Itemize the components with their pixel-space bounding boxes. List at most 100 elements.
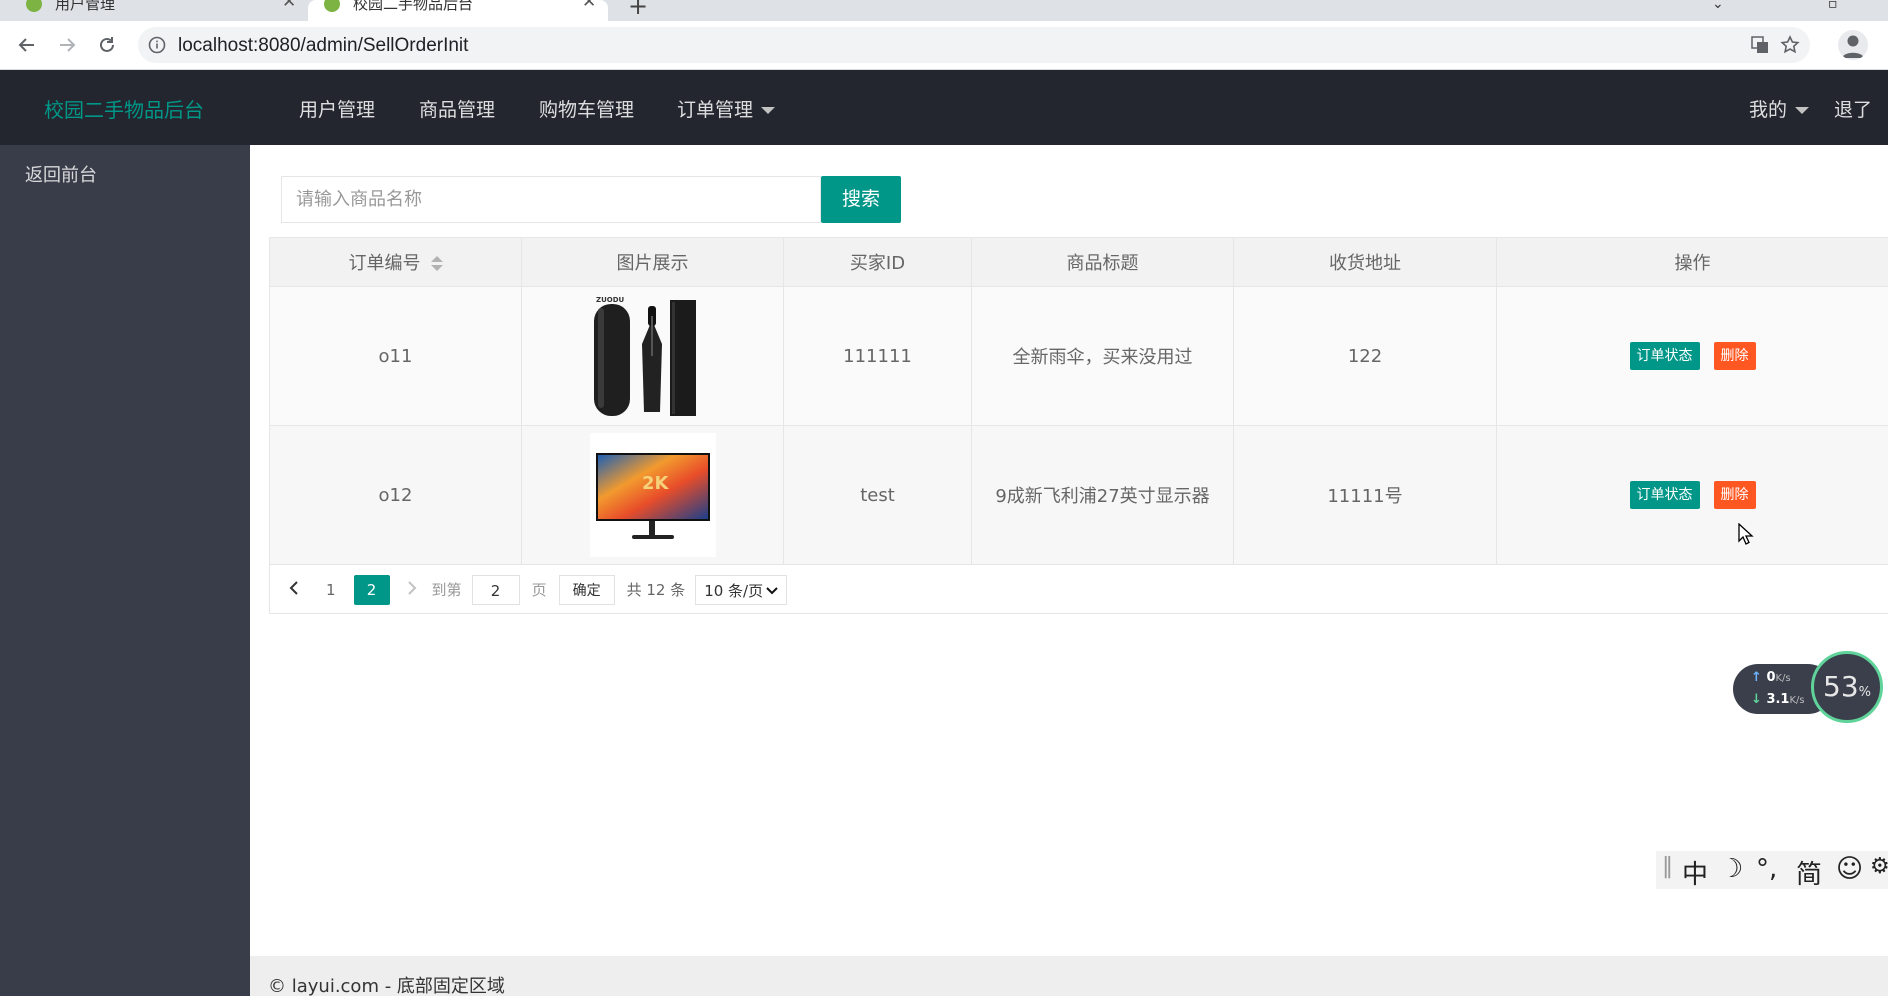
cell-buyer-id: test bbox=[784, 426, 972, 565]
moon-icon[interactable]: ☽ bbox=[1720, 854, 1743, 884]
translate-icon[interactable] bbox=[1750, 35, 1770, 55]
sidebar-item-back-front[interactable]: 返回前台 bbox=[25, 161, 97, 187]
image-caption: ZUODU bbox=[596, 296, 625, 304]
cell-buyer-id: 111111 bbox=[784, 287, 972, 426]
url-text[interactable]: localhost:8080/admin/SellOrderInit bbox=[178, 35, 468, 57]
download-value: 3.1 bbox=[1766, 692, 1789, 707]
column-header-address: 收货地址 bbox=[1234, 238, 1497, 287]
column-header-actions: 操作 bbox=[1497, 238, 1888, 287]
cell-actions: 订单状态删除 bbox=[1497, 426, 1888, 565]
column-header-order-no[interactable]: 订单编号 bbox=[270, 238, 522, 287]
forward-button[interactable] bbox=[52, 30, 82, 60]
page-footer: © layui.com - 底部固定区域 bbox=[250, 956, 1888, 996]
nav-products[interactable]: 商品管理 bbox=[419, 95, 495, 122]
page-size-select[interactable]: 10 条/页 bbox=[695, 575, 787, 605]
profile-avatar-icon[interactable] bbox=[1838, 30, 1868, 60]
arrow-left-icon bbox=[17, 35, 37, 55]
cell-address: 11111号 bbox=[1234, 426, 1497, 565]
bookmark-star-icon[interactable] bbox=[1780, 35, 1800, 55]
order-status-button[interactable]: 订单状态 bbox=[1630, 342, 1700, 370]
prev-page-icon[interactable] bbox=[288, 580, 300, 600]
user-menu-label: 我的 bbox=[1749, 99, 1787, 121]
tab-close-icon[interactable]: ✕ bbox=[282, 0, 296, 8]
umbrella-product-image: ZUODU bbox=[590, 294, 716, 418]
upload-speed: ↑ 0K/s bbox=[1751, 670, 1791, 685]
cell-address: 122 bbox=[1234, 287, 1497, 426]
sidebar: 返回前台 bbox=[0, 145, 250, 996]
nav-cart[interactable]: 购物车管理 bbox=[539, 95, 634, 122]
table-row: o12 2 bbox=[270, 426, 1888, 565]
app-logo[interactable]: 校园二手物品后台 bbox=[44, 94, 204, 123]
column-header-label: 订单编号 bbox=[349, 253, 421, 274]
goto-confirm-button[interactable]: 确定 bbox=[559, 575, 615, 605]
reload-button[interactable] bbox=[92, 30, 122, 60]
cell-title: 9成新飞利浦27英寸显示器 bbox=[972, 426, 1234, 565]
browser-tab-bar: 用户管理 ✕ 校园二手物品后台 ✕ + ⌄ ▫ bbox=[0, 0, 1888, 21]
cell-order-no: o11 bbox=[270, 287, 522, 426]
search-input[interactable]: 请输入商品名称 bbox=[281, 176, 821, 223]
ime-toolbar: ‖ 中 ☽ °, 简 ☺ ⚙ bbox=[1656, 851, 1888, 889]
column-header-title: 商品标题 bbox=[972, 238, 1234, 287]
page-size-value: 10 条/页 bbox=[704, 582, 763, 600]
cell-image: 2K bbox=[522, 426, 784, 565]
order-status-button[interactable]: 订单状态 bbox=[1630, 481, 1700, 509]
ime-charset-toggle[interactable]: 简 bbox=[1796, 854, 1822, 891]
delete-button[interactable]: 删除 bbox=[1714, 342, 1756, 370]
new-tab-button[interactable]: + bbox=[628, 0, 648, 20]
favicon-icon bbox=[324, 0, 340, 12]
tab-title: 用户管理 bbox=[55, 0, 115, 10]
window-restore-icon[interactable]: ▫ bbox=[1828, 0, 1838, 12]
pagination: 1 2 到第 2 页 确定 共 12 条 10 条/页 bbox=[270, 564, 787, 615]
tab-close-icon[interactable]: ✕ bbox=[582, 0, 596, 8]
info-icon[interactable] bbox=[148, 36, 166, 54]
page-unit-label: 页 bbox=[532, 579, 547, 600]
arrow-right-icon bbox=[57, 35, 77, 55]
chevron-down-icon bbox=[766, 586, 778, 596]
ime-language-toggle[interactable]: 中 bbox=[1682, 854, 1708, 891]
emoji-icon[interactable]: ☺ bbox=[1836, 854, 1863, 884]
ime-drag-handle[interactable]: ‖ bbox=[1662, 854, 1673, 879]
goto-label: 到第 bbox=[432, 579, 462, 600]
cell-image: ZUODU bbox=[522, 287, 784, 426]
cell-title: 全新雨伞，买来没用过 bbox=[972, 287, 1234, 426]
memory-percent-unit: % bbox=[1859, 685, 1871, 700]
back-button[interactable] bbox=[12, 30, 42, 60]
column-header-image: 图片展示 bbox=[522, 238, 784, 287]
browser-toolbar: localhost:8080/admin/SellOrderInit bbox=[0, 21, 1888, 70]
browser-tab-users[interactable]: 用户管理 ✕ bbox=[0, 0, 306, 21]
next-page-icon[interactable] bbox=[406, 580, 418, 600]
page-link-1[interactable]: 1 bbox=[326, 581, 336, 599]
user-menu[interactable]: 我的 bbox=[1749, 95, 1809, 122]
upload-arrow-icon: ↑ bbox=[1751, 670, 1762, 685]
nav-orders-label: 订单管理 bbox=[677, 99, 753, 121]
goto-page-input[interactable]: 2 bbox=[472, 575, 520, 605]
tab-title: 校园二手物品后台 bbox=[353, 0, 473, 10]
favicon-icon bbox=[26, 0, 42, 12]
settings-icon[interactable]: ⚙ bbox=[1870, 854, 1888, 879]
search-button[interactable]: 搜索 bbox=[821, 176, 901, 223]
nav-orders[interactable]: 订单管理 bbox=[677, 95, 775, 122]
table-row: o11 ZUODU 111111 全新雨伞，买来没用过 bbox=[270, 287, 1888, 426]
orders-table: 订单编号 图片展示 买家ID 商品标题 收货地址 操作 o11 ZUODU bbox=[269, 237, 1888, 614]
address-bar[interactable]: localhost:8080/admin/SellOrderInit bbox=[138, 27, 1810, 63]
caret-down-icon bbox=[1795, 107, 1809, 114]
mouse-cursor-icon bbox=[1738, 523, 1754, 545]
memory-usage-gauge: 53% bbox=[1811, 651, 1883, 723]
punctuation-icon[interactable]: °, bbox=[1756, 854, 1777, 884]
logout-link[interactable]: 退了 bbox=[1834, 95, 1872, 122]
page-link-current[interactable]: 2 bbox=[354, 575, 390, 605]
cell-actions: 订单状态删除 bbox=[1497, 287, 1888, 426]
monitor-product-image: 2K bbox=[590, 433, 716, 557]
browser-tab-admin[interactable]: 校园二手物品后台 ✕ bbox=[308, 0, 608, 21]
tab-search-icon[interactable]: ⌄ bbox=[1712, 0, 1724, 12]
sort-icon[interactable] bbox=[431, 256, 443, 272]
network-speed-widget[interactable]: ↑ 0K/s ↓ 3.1K/s 53% bbox=[1733, 651, 1883, 723]
column-header-buyer-id: 买家ID bbox=[784, 238, 972, 287]
nav-users[interactable]: 用户管理 bbox=[299, 95, 375, 122]
footer-text: © layui.com - 底部固定区域 bbox=[268, 972, 505, 998]
delete-button[interactable]: 删除 bbox=[1714, 481, 1756, 509]
caret-down-icon bbox=[761, 107, 775, 114]
total-count: 共 12 条 bbox=[627, 579, 686, 600]
cell-order-no: o12 bbox=[270, 426, 522, 565]
reload-icon bbox=[97, 35, 117, 55]
